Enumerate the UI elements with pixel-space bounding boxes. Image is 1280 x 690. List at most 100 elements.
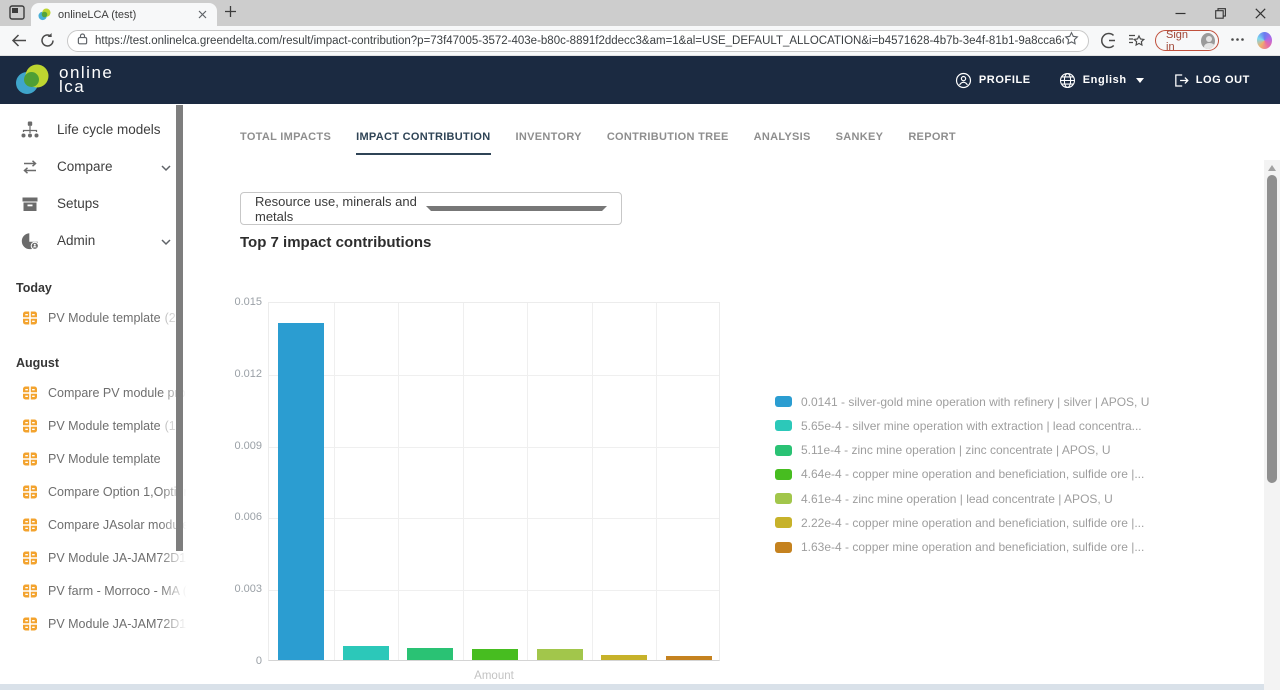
gridline [269, 375, 719, 376]
sidebar-item-admin[interactable]: Admin [0, 222, 188, 259]
history-item[interactable]: Compare PV module pro [0, 376, 188, 409]
window-controls [1160, 0, 1280, 26]
legend-item[interactable]: 4.61e-4 - zinc mine operation | lead con… [775, 492, 1149, 505]
browser-window: onlineLCA (test) https://test.onlinelca.… [0, 0, 1280, 690]
history-item-label: Compare Option 1,Option [48, 485, 188, 499]
history-group-label: Today [16, 281, 188, 295]
gridline [269, 518, 719, 519]
tab-report[interactable]: REPORT [908, 131, 956, 155]
hierarchy-icon [20, 120, 40, 140]
legend-item[interactable]: 5.11e-4 - zinc mine operation | zinc con… [775, 444, 1149, 457]
tab-title: onlineLCA (test) [58, 9, 194, 21]
restore-button[interactable] [1200, 0, 1240, 26]
history-item-label-wrap: PV Module JA-JAM72D1 [48, 549, 188, 567]
legend-item[interactable]: 0.0141 - silver-gold mine operation with… [775, 395, 1149, 408]
chevron-down-icon [160, 161, 172, 173]
history-item[interactable]: PV Module template(2) [0, 301, 188, 334]
brand-logo: online lca [14, 63, 113, 97]
bottom-strip [0, 684, 1264, 690]
profile-button[interactable]: PROFILE [955, 72, 1031, 89]
sidebar-item-compare[interactable]: Compare [0, 148, 188, 185]
gridline [592, 303, 593, 660]
chevron-down-icon [1136, 78, 1144, 83]
y-tick-label: 0.012 [228, 368, 262, 380]
back-icon[interactable] [11, 32, 28, 49]
chart-bar [601, 655, 647, 660]
impact-category-select[interactable]: Resource use, minerals and metals [240, 192, 622, 225]
legend-swatch [775, 445, 792, 456]
sign-in-button[interactable]: Sign in [1155, 30, 1219, 51]
bookmark-star-icon[interactable] [1064, 31, 1079, 51]
history-item[interactable]: PV Module template(1) [0, 409, 188, 442]
tab-inventory[interactable]: INVENTORY [516, 131, 582, 155]
language-label: English [1083, 74, 1127, 86]
pv-module-icon [22, 583, 38, 599]
browser-essentials-icon[interactable] [1100, 32, 1117, 49]
tab-close-icon[interactable] [194, 7, 210, 23]
pv-module-icon [22, 616, 38, 632]
more-options-icon[interactable] [1230, 32, 1247, 49]
legend-label: 5.11e-4 - zinc mine operation | zinc con… [801, 443, 1111, 457]
y-tick-label: 0.003 [228, 583, 262, 595]
tab-sankey[interactable]: SANKEY [836, 131, 884, 155]
workspaces-icon[interactable] [9, 5, 26, 21]
sidebar-scrollbar-thumb[interactable] [176, 105, 183, 551]
legend-item[interactable]: 2.22e-4 - copper mine operation and bene… [775, 516, 1149, 529]
history-item[interactable]: PV farm - Morroco - MA ( [0, 574, 188, 607]
history-item-label: Compare PV module pro [48, 386, 186, 400]
scrollbar-up-icon[interactable] [1268, 165, 1276, 171]
browser-tab[interactable]: onlineLCA (test) [31, 3, 217, 26]
logout-button[interactable]: LOG OUT [1172, 72, 1250, 89]
history-item-label: PV Module JA-JAM72D1 [48, 617, 186, 631]
tab-contribution-tree[interactable]: CONTRIBUTION TREE [607, 131, 729, 155]
legend-item[interactable]: 5.65e-4 - silver mine operation with ext… [775, 419, 1149, 432]
favorites-hub-icon[interactable] [1128, 32, 1145, 49]
brand-logo-icon [14, 63, 52, 97]
gridline [334, 303, 335, 660]
bar-chart: 00.0030.0060.0090.0120.015 Amount [228, 302, 728, 690]
history-item-label-wrap: PV Module JA-JAM72D1 [48, 615, 188, 633]
sign-in-label: Sign in [1166, 29, 1195, 53]
chart-legend: 0.0141 - silver-gold mine operation with… [775, 395, 1149, 565]
history-item-label: PV Module template [48, 452, 161, 466]
close-button[interactable] [1240, 0, 1280, 26]
app-header: online lca PROFILE English LOG OUT [0, 56, 1280, 104]
history-item[interactable]: Compare Option 1,Option [0, 475, 188, 508]
lock-icon[interactable] [77, 32, 88, 50]
legend-swatch [775, 420, 792, 431]
pv-module-icon [22, 484, 38, 500]
avatar-icon [1201, 33, 1215, 49]
refresh-icon[interactable] [39, 32, 56, 49]
history-item-label: PV farm - Morroco - MA ( [48, 584, 187, 598]
browser-toolbar: https://test.onlinelca.greendelta.com/re… [0, 26, 1280, 56]
legend-label: 4.64e-4 - copper mine operation and bene… [801, 467, 1144, 481]
language-select[interactable]: English [1059, 72, 1144, 89]
page-scrollbar-thumb[interactable] [1267, 175, 1277, 483]
gridline [463, 303, 464, 660]
pv-module-icon [22, 385, 38, 401]
copilot-icon[interactable] [1257, 32, 1272, 49]
history-item[interactable]: PV Module JA-JAM72D1 [0, 541, 188, 574]
history-item[interactable]: PV Module JA-JAM72D1 [0, 607, 188, 640]
history-item[interactable]: PV Module template [0, 442, 188, 475]
chart-bar [343, 646, 389, 660]
sidebar-item-setups[interactable]: Setups [0, 185, 188, 222]
chart-bar [537, 649, 583, 660]
tab-impact-contribution[interactable]: IMPACT CONTRIBUTION [356, 131, 490, 155]
minimize-button[interactable] [1160, 0, 1200, 26]
url-bar[interactable]: https://test.onlinelca.greendelta.com/re… [67, 30, 1089, 52]
new-tab-button[interactable] [224, 5, 240, 21]
legend-item[interactable]: 4.64e-4 - copper mine operation and bene… [775, 468, 1149, 481]
history-item[interactable]: Compare JAsolar module [0, 508, 188, 541]
select-caret-icon [426, 206, 607, 211]
tab-analysis[interactable]: ANALYSIS [754, 131, 811, 155]
legend-label: 0.0141 - silver-gold mine operation with… [801, 395, 1149, 409]
tab-total-impacts[interactable]: TOTAL IMPACTS [240, 131, 331, 155]
history-item-label: Compare JAsolar module [48, 518, 188, 532]
sidebar-item-life-cycle-models[interactable]: Life cycle models [0, 111, 188, 148]
url-input[interactable]: https://test.onlinelca.greendelta.com/re… [95, 35, 1064, 47]
profile-icon [955, 72, 972, 89]
chart-bar [472, 649, 518, 660]
history-group-label: August [16, 356, 188, 370]
legend-item[interactable]: 1.63e-4 - copper mine operation and bene… [775, 541, 1149, 554]
